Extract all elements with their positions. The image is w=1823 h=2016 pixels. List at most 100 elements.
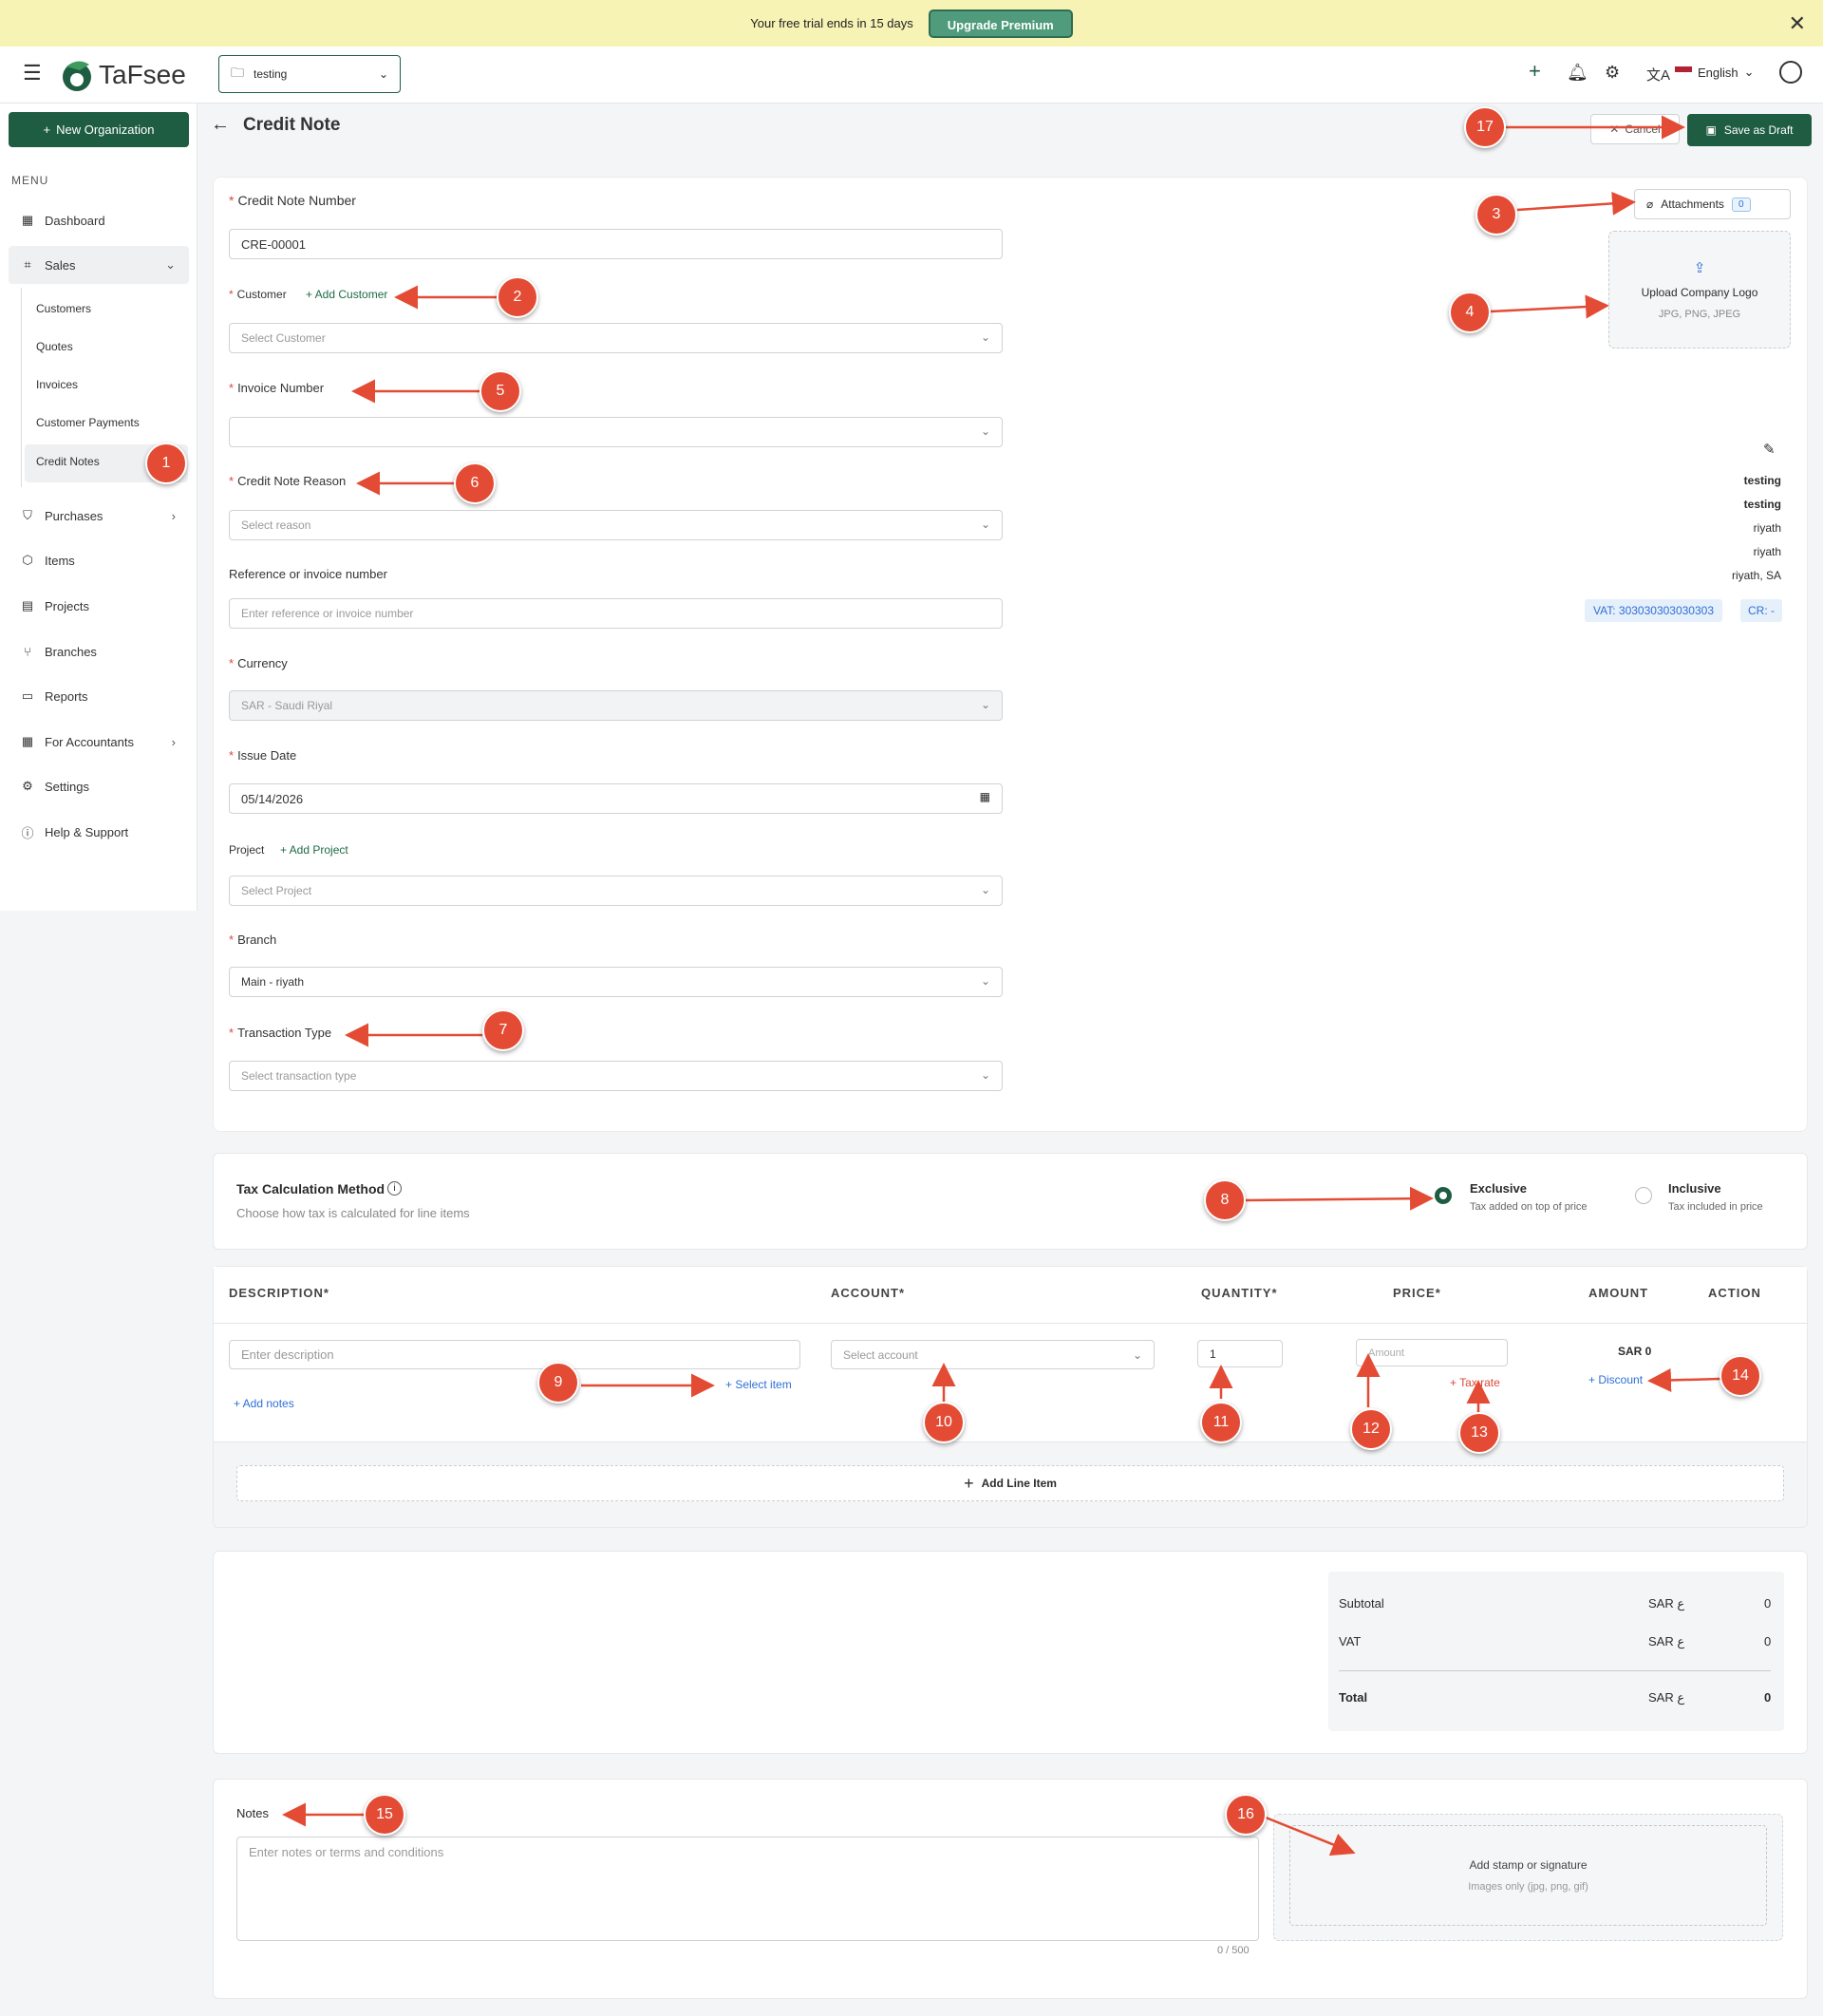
add-customer-link[interactable]: + Add Customer [306,288,387,301]
customer-select[interactable]: Select Customer ⌄ [229,323,1003,353]
exclusive-radio[interactable] [1435,1187,1452,1204]
sidebar-item-help-support[interactable]: ⓘ Help & Support [9,813,189,851]
add-stamp-signature-area[interactable]: Add stamp or signature Images only (jpg,… [1289,1825,1767,1926]
customer-label: * Customer [229,288,287,301]
sidebar-item-customers[interactable]: Customers [36,302,91,315]
close-icon[interactable]: ✕ [1789,11,1806,36]
inclusive-desc: Tax included in price [1668,1201,1763,1213]
branch-select[interactable]: Main - riyath ⌄ [229,967,1003,997]
tax-rate-link[interactable]: + Tax rate [1450,1376,1500,1389]
notes-textarea[interactable]: Enter notes or terms and conditions [236,1837,1259,1941]
sidebar-item-customer-payments[interactable]: Customer Payments [36,416,140,429]
sidebar-item-credit-notes[interactable]: Credit Notes [36,455,100,468]
price-input[interactable]: Amount [1356,1339,1508,1366]
callout-10: 10 [923,1402,965,1443]
callout-8: 8 [1204,1179,1246,1221]
discount-link[interactable]: + Discount [1588,1373,1643,1386]
sidebar-item-reports[interactable]: ▭ Reports [9,677,189,715]
table-header-divider [214,1323,1807,1324]
translate-icon[interactable]: 文A [1646,65,1670,85]
sidebar-item-items[interactable]: ⬡ Items [9,541,189,579]
inclusive-label: Inclusive [1668,1181,1721,1196]
chevron-down-icon: ⌄ [165,257,176,272]
upload-icon: ⇪ [1693,260,1706,276]
organization-name: testing [254,67,288,81]
calculator-icon: ▦ [21,734,34,748]
callout-4: 4 [1449,292,1491,333]
report-icon: ▭ [21,688,34,703]
credit-note-number-input[interactable]: CRE-00001 [229,229,1003,259]
user-avatar-icon[interactable] [1779,61,1802,84]
chevron-down-icon: ⌄ [980,1068,990,1082]
sidebar-item-branches[interactable]: ⑂ Branches [9,632,189,670]
sidebar-item-invoices[interactable]: Invoices [36,378,78,391]
info-icon[interactable]: i [387,1181,402,1196]
credit-note-reason-label: * Credit Note Reason [229,474,347,488]
page-title: Credit Note [243,115,341,135]
chevron-down-icon: ⌄ [980,424,990,438]
credit-note-reason-select[interactable]: Select reason ⌄ [229,510,1003,540]
add-icon[interactable]: + [1529,59,1541,84]
vat-label: VAT [1339,1634,1362,1649]
chevron-down-icon: ⌄ [1132,1347,1142,1362]
edit-icon[interactable]: ✎ [1763,441,1776,458]
attachments-button[interactable]: ⌀ Attachments 0 [1634,189,1791,219]
col-action: ACTION [1708,1286,1761,1300]
transaction-type-select[interactable]: Select transaction type ⌄ [229,1061,1003,1091]
add-line-item-button[interactable]: + Add Line Item [236,1465,1784,1501]
save-as-draft-button[interactable]: ▣ Save as Draft [1687,114,1812,146]
sidebar-item-purchases[interactable]: ⛉ Purchases › [9,497,189,535]
issue-date-input[interactable]: 05/14/2026 ▦ [229,783,1003,814]
organization-select[interactable]: 🗀 testing ⌄ [218,55,401,93]
quantity-input[interactable]: 1 [1197,1340,1283,1367]
add-notes-link[interactable]: + Add notes [234,1397,294,1410]
sidebar-item-settings[interactable]: ⚙ Settings [9,767,189,805]
sidebar-item-quotes[interactable]: Quotes [36,340,73,353]
gear-icon[interactable]: ⚙ [1605,63,1620,83]
language-select[interactable]: English ⌄ [1675,65,1755,80]
sidebar-item-for-accountants[interactable]: ▦ For Accountants › [9,723,189,761]
callout-1: 1 [145,443,187,484]
currency-select[interactable]: SAR - Saudi Riyal ⌄ [229,690,1003,721]
calendar-icon[interactable]: ▦ [980,790,990,803]
chevron-down-icon: ⌄ [980,698,990,711]
new-organization-button[interactable]: + New Organization [9,112,189,147]
chevron-down-icon: ⌄ [980,883,990,896]
chevron-down-icon: ⌄ [980,330,990,344]
menu-toggle-icon[interactable]: ☰ [23,61,42,85]
sidebar-item-projects[interactable]: ▤ Projects [9,587,189,625]
company-details: testing testing riyath riyath riyath, SA [1731,474,1781,582]
branch-icon: ⑂ [24,644,31,659]
logo-text: TaFsee [99,60,186,89]
bag-icon: ⛉ [23,508,32,522]
total-value: 0 [1764,1690,1772,1705]
invoice-number-select[interactable]: ⌄ [229,417,1003,447]
project-select[interactable]: Select Project ⌄ [229,876,1003,906]
account-select[interactable]: Select account ⌄ [831,1340,1155,1369]
tag-icon: ⌗ [24,257,31,272]
sidebar-item-dashboard[interactable]: ▦ Dashboard [9,201,189,239]
subtotal-currency: SAR ع [1648,1596,1685,1611]
document-icon: ▤ [21,598,34,612]
inclusive-radio[interactable] [1635,1187,1652,1204]
back-arrow-icon[interactable]: ← [211,114,230,136]
reference-input[interactable]: Enter reference or invoice number [229,598,1003,629]
description-input[interactable]: Enter description [229,1340,800,1369]
credit-note-number-label: * Credit Note Number [229,193,356,208]
callout-12: 12 [1350,1408,1392,1450]
notes-counter: 0 / 500 [1217,1945,1250,1956]
upload-logo-area[interactable]: ⇪ Upload Company Logo JPG, PNG, JPEG [1608,231,1791,349]
upgrade-premium-button[interactable]: Upgrade Premium [928,9,1073,38]
line-amount: SAR 0 [1618,1345,1652,1358]
total-currency: SAR ع [1648,1690,1685,1705]
cancel-button[interactable]: ✕ Cancel [1590,114,1680,144]
callout-3: 3 [1475,194,1517,236]
box-icon: ⬡ [22,553,33,567]
chevron-right-icon: › [171,734,176,749]
trial-banner: Your free trial ends in 15 days Upgrade … [0,0,1823,47]
sidebar-item-sales[interactable]: ⌗ Sales ⌄ [9,246,189,284]
select-item-link[interactable]: + Select item [725,1378,792,1391]
bell-icon[interactable]: 🔔︎ [1567,63,1588,83]
add-project-link[interactable]: + Add Project [280,843,348,857]
callout-14: 14 [1720,1355,1761,1397]
